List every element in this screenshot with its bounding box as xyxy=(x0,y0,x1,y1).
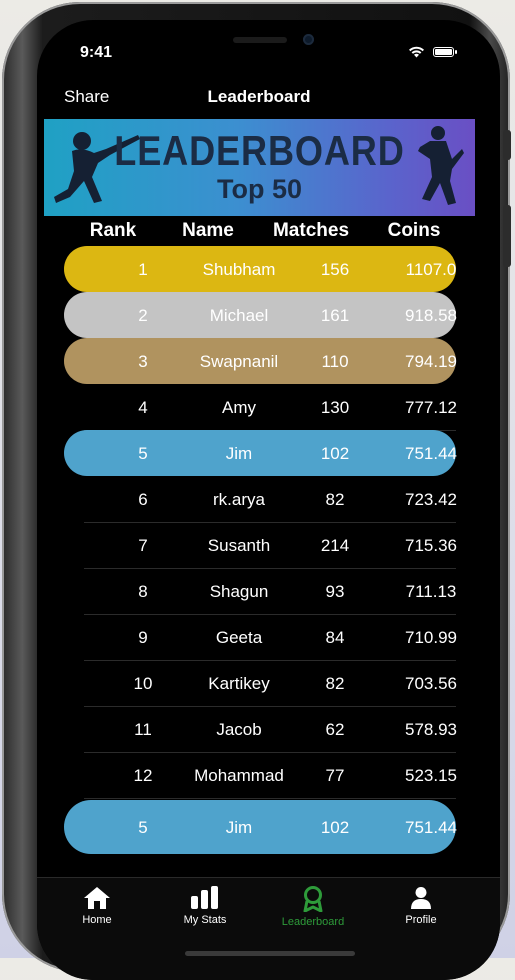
tab-leaderboard-label: Leaderboard xyxy=(281,916,345,928)
row-rank: 1 xyxy=(138,260,148,279)
row-name: Amy xyxy=(222,398,256,417)
banner-title: LEADERBOARD xyxy=(114,127,405,174)
phone-side-button xyxy=(503,130,511,160)
row-name: Swapnanil xyxy=(199,352,279,371)
row-coins: 1107.0 xyxy=(405,260,457,279)
tab-home-label: Home xyxy=(82,914,112,926)
person-icon xyxy=(411,887,431,909)
row-name: Susanth xyxy=(207,536,271,555)
table-row[interactable]: 12 Mohammad 77 523.15 xyxy=(84,752,457,799)
row-name: Michael xyxy=(209,306,269,325)
row-name: Jacob xyxy=(216,720,262,739)
bar-chart-icon xyxy=(191,886,218,909)
row-rank: 10 xyxy=(133,674,153,693)
wifi-icon xyxy=(409,46,424,58)
row-name: Shagun xyxy=(209,582,269,601)
row-rank: 8 xyxy=(138,582,148,601)
battery-icon xyxy=(433,47,457,57)
home-icon xyxy=(84,887,110,909)
status-time: 9:41 xyxy=(80,44,113,61)
row-name: Geeta xyxy=(215,628,263,647)
speaker-grille xyxy=(233,37,287,43)
screen: 9:41 Share Leaderboard LEADERBOARD Top 5… xyxy=(37,20,500,980)
row-rank: 5 xyxy=(138,444,148,463)
row-matches: 84 xyxy=(325,628,345,647)
current-user-matches: 102 xyxy=(320,818,350,837)
row-rank: 9 xyxy=(138,628,148,647)
banner-subtitle: Top 50 xyxy=(216,174,302,204)
row-matches: 161 xyxy=(320,306,350,325)
table-header: Rank Name Matches Coins xyxy=(37,220,500,244)
tab-bar: Home My Stats Leaderboard Profile xyxy=(37,877,500,980)
row-name: Jim xyxy=(225,444,253,463)
phone-side-button xyxy=(503,205,511,267)
tab-leaderboard[interactable]: Leaderboard xyxy=(268,886,358,928)
row-coins: 918.58 xyxy=(405,306,457,325)
header-rank: Rank xyxy=(89,220,137,241)
row-rank: 3 xyxy=(138,352,148,371)
table-row[interactable]: 10 Kartikey 82 703.56 xyxy=(84,660,457,707)
row-coins: 715.36 xyxy=(405,536,457,555)
table-row[interactable]: 5 Jim 102 751.44 xyxy=(64,430,457,476)
status-icons xyxy=(408,46,457,58)
current-user-name: Jim xyxy=(225,818,253,837)
current-user-coins: 751.44 xyxy=(405,818,457,837)
row-coins: 711.13 xyxy=(405,582,457,601)
row-coins: 710.99 xyxy=(405,628,457,647)
award-icon xyxy=(303,886,323,912)
row-coins: 523.15 xyxy=(405,766,457,785)
home-indicator xyxy=(185,951,355,956)
row-matches: 62 xyxy=(325,720,345,739)
row-coins: 723.42 xyxy=(405,490,457,509)
row-name: rk.arya xyxy=(213,490,265,509)
table-row[interactable]: 4 Amy 130 777.12 xyxy=(84,384,457,431)
header-matches: Matches xyxy=(272,220,350,241)
row-matches: 82 xyxy=(325,674,345,693)
row-coins: 703.56 xyxy=(405,674,457,693)
row-rank: 4 xyxy=(138,398,148,417)
row-rank: 11 xyxy=(134,720,152,739)
current-user-rank: 5 xyxy=(138,818,148,837)
current-user-row[interactable]: 5 Jim 102 751.44 xyxy=(64,800,457,854)
row-coins: 751.44 xyxy=(405,444,457,463)
row-name: Kartikey xyxy=(208,674,270,693)
tab-profile[interactable]: Profile xyxy=(376,886,466,926)
header-name: Name xyxy=(182,220,234,241)
tab-my-stats-label: My Stats xyxy=(183,914,227,926)
tab-home[interactable]: Home xyxy=(52,886,142,926)
row-matches: 82 xyxy=(325,490,345,509)
page-title: Leaderboard xyxy=(207,87,311,106)
table-row[interactable]: 9 Geeta 84 710.99 xyxy=(84,614,457,661)
row-coins: 578.93 xyxy=(405,720,457,739)
table-row[interactable]: 11 Jacob 62 578.93 xyxy=(84,706,457,753)
table-row[interactable]: 3 Swapnanil 110 794.19 xyxy=(64,338,457,384)
table-row[interactable]: 2 Michael 161 918.58 xyxy=(64,292,457,338)
row-matches: 214 xyxy=(320,536,350,555)
tab-my-stats[interactable]: My Stats xyxy=(160,886,250,926)
row-rank: 2 xyxy=(138,306,148,325)
row-matches: 77 xyxy=(325,766,345,785)
row-matches: 93 xyxy=(325,582,345,601)
leaderboard-banner: LEADERBOARD Top 50 xyxy=(44,119,475,216)
row-matches: 156 xyxy=(320,260,350,279)
table-row[interactable]: 7 Susanth 214 715.36 xyxy=(84,522,457,569)
header-coins: Coins xyxy=(387,220,441,241)
row-matches: 102 xyxy=(320,444,350,463)
front-camera xyxy=(303,34,314,45)
row-rank: 6 xyxy=(138,490,148,509)
row-coins: 777.12 xyxy=(405,398,457,417)
row-name: Shubham xyxy=(202,260,276,279)
table-row[interactable]: 8 Shagun 93 711.13 xyxy=(84,568,456,615)
row-rank: 7 xyxy=(138,536,148,555)
row-rank: 12 xyxy=(133,766,153,785)
table-row[interactable]: 1 Shubham 156 1107.0 xyxy=(64,246,456,292)
tab-profile-label: Profile xyxy=(405,914,437,926)
row-matches: 130 xyxy=(320,398,350,417)
row-name: Mohammad xyxy=(194,766,284,785)
table-row[interactable]: 6 rk.arya 82 723.42 xyxy=(84,476,457,523)
row-coins: 794.19 xyxy=(405,352,457,371)
row-matches: 110 xyxy=(321,352,349,371)
